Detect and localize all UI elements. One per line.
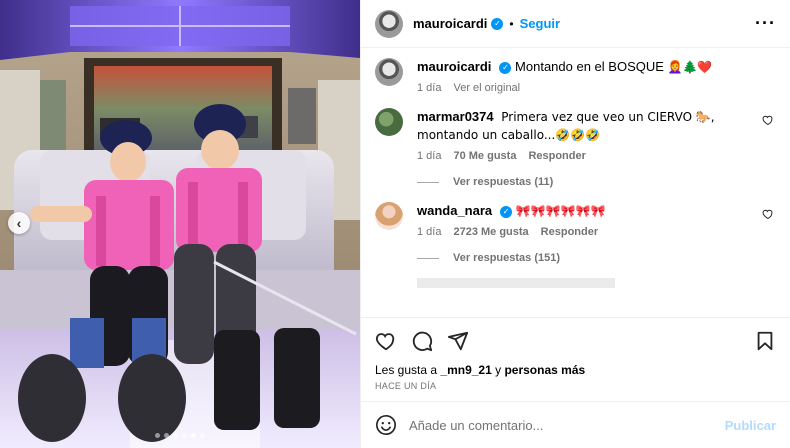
previous-image-button[interactable]: ‹ bbox=[8, 212, 30, 234]
comment-input[interactable] bbox=[409, 417, 725, 433]
replies-divider bbox=[417, 181, 439, 183]
comment-item: wanda_nara ✓ 🎀🎀🎀🎀🎀🎀 1 día 2723 Me gusta R… bbox=[375, 202, 776, 238]
post-photo bbox=[0, 0, 360, 448]
comment-time: 1 día bbox=[417, 226, 442, 238]
caption-avatar[interactable] bbox=[375, 58, 403, 86]
commenter-avatar[interactable] bbox=[375, 202, 403, 230]
post-header: mauroicardi ✓ • Seguir ··· bbox=[361, 0, 790, 48]
next-comment-cutoff bbox=[417, 278, 747, 288]
comment-time: 1 día bbox=[417, 150, 442, 162]
post-media[interactable]: ‹ bbox=[0, 0, 360, 448]
view-replies-label: Ver respuestas (11) bbox=[453, 176, 554, 188]
author-username[interactable]: mauroicardi bbox=[413, 16, 487, 31]
carousel-dot bbox=[155, 433, 160, 438]
carousel-dot bbox=[191, 433, 196, 438]
post-side-panel: mauroicardi ✓ • Seguir ··· mauroicardi ✓ … bbox=[360, 0, 790, 448]
separator-dot: • bbox=[509, 16, 514, 31]
carousel-dot bbox=[173, 433, 178, 438]
caption-meta: 1 día Ver el original bbox=[417, 82, 752, 94]
carousel-dot bbox=[164, 433, 169, 438]
post-actions-bar bbox=[361, 317, 790, 363]
comment-meta: 1 día 70 Me gusta Responder bbox=[417, 150, 752, 162]
comment-likes[interactable]: 2723 Me gusta bbox=[453, 226, 528, 238]
caption-username[interactable]: mauroicardi bbox=[417, 59, 491, 74]
comment-likes[interactable]: 70 Me gusta bbox=[453, 150, 516, 162]
carousel-indicator bbox=[0, 433, 360, 438]
likes-user-link[interactable]: _mn9_21 bbox=[440, 363, 491, 377]
caption-text: Montando en el BOSQUE bbox=[515, 59, 664, 74]
publish-button[interactable]: Publicar bbox=[725, 418, 776, 433]
view-replies-button[interactable]: Ver respuestas (11) bbox=[417, 176, 776, 188]
comment-bubble-icon[interactable] bbox=[411, 330, 433, 352]
commenter-avatar[interactable] bbox=[375, 108, 403, 136]
likes-conjunction: y bbox=[495, 363, 502, 377]
view-replies-label: Ver respuestas (151) bbox=[453, 252, 561, 264]
view-replies-button[interactable]: Ver respuestas (151) bbox=[417, 252, 776, 264]
author-avatar[interactable] bbox=[375, 9, 403, 38]
share-paper-plane-icon[interactable] bbox=[447, 330, 469, 352]
like-comment-heart-icon[interactable] bbox=[762, 208, 774, 220]
post-timestamp[interactable]: HACE UN DÍA bbox=[361, 377, 790, 402]
see-original-link[interactable]: Ver el original bbox=[453, 82, 520, 94]
like-heart-icon[interactable] bbox=[375, 330, 397, 352]
follow-button[interactable]: Seguir bbox=[520, 16, 560, 31]
caption-time: 1 día bbox=[417, 82, 442, 94]
save-bookmark-icon[interactable] bbox=[754, 330, 776, 352]
carousel-dot bbox=[200, 433, 205, 438]
like-comment-heart-icon[interactable] bbox=[762, 114, 774, 126]
comment-meta: 1 día 2723 Me gusta Responder bbox=[417, 226, 752, 238]
more-options-icon[interactable]: ··· bbox=[755, 13, 776, 34]
post-caption: mauroicardi ✓ Montando en el BOSQUE 👩‍🦰🌲❤… bbox=[375, 58, 776, 94]
comment-username[interactable]: wanda_nara bbox=[417, 203, 492, 218]
verified-badge-icon: ✓ bbox=[499, 61, 512, 74]
comment-item: marmar0374 Primera vez que veo un CIERVO… bbox=[375, 108, 776, 162]
likes-summary: Les gusta a _mn9_21 y personas más bbox=[361, 363, 790, 377]
comment-composer: Publicar bbox=[361, 402, 790, 448]
comment-text: 🎀🎀🎀🎀🎀🎀 bbox=[515, 204, 606, 218]
emoji-picker-icon[interactable] bbox=[375, 414, 397, 436]
instagram-post-view: ‹ mauroicardi ✓ • Seguir ··· mauroicardi… bbox=[0, 0, 790, 448]
reply-button[interactable]: Responder bbox=[528, 150, 585, 162]
verified-badge-icon: ✓ bbox=[500, 205, 513, 218]
carousel-dot bbox=[182, 433, 187, 438]
likes-others-link[interactable]: personas más bbox=[504, 363, 585, 377]
reply-button[interactable]: Responder bbox=[541, 226, 598, 238]
likes-prefix: Les gusta a bbox=[375, 363, 438, 377]
replies-divider bbox=[417, 257, 439, 259]
comment-username[interactable]: marmar0374 bbox=[417, 109, 494, 124]
caption-emojis: 👩‍🦰🌲❤️ bbox=[667, 60, 713, 74]
comments-list[interactable]: mauroicardi ✓ Montando en el BOSQUE 👩‍🦰🌲❤… bbox=[361, 48, 790, 317]
verified-badge-icon: ✓ bbox=[491, 17, 504, 30]
